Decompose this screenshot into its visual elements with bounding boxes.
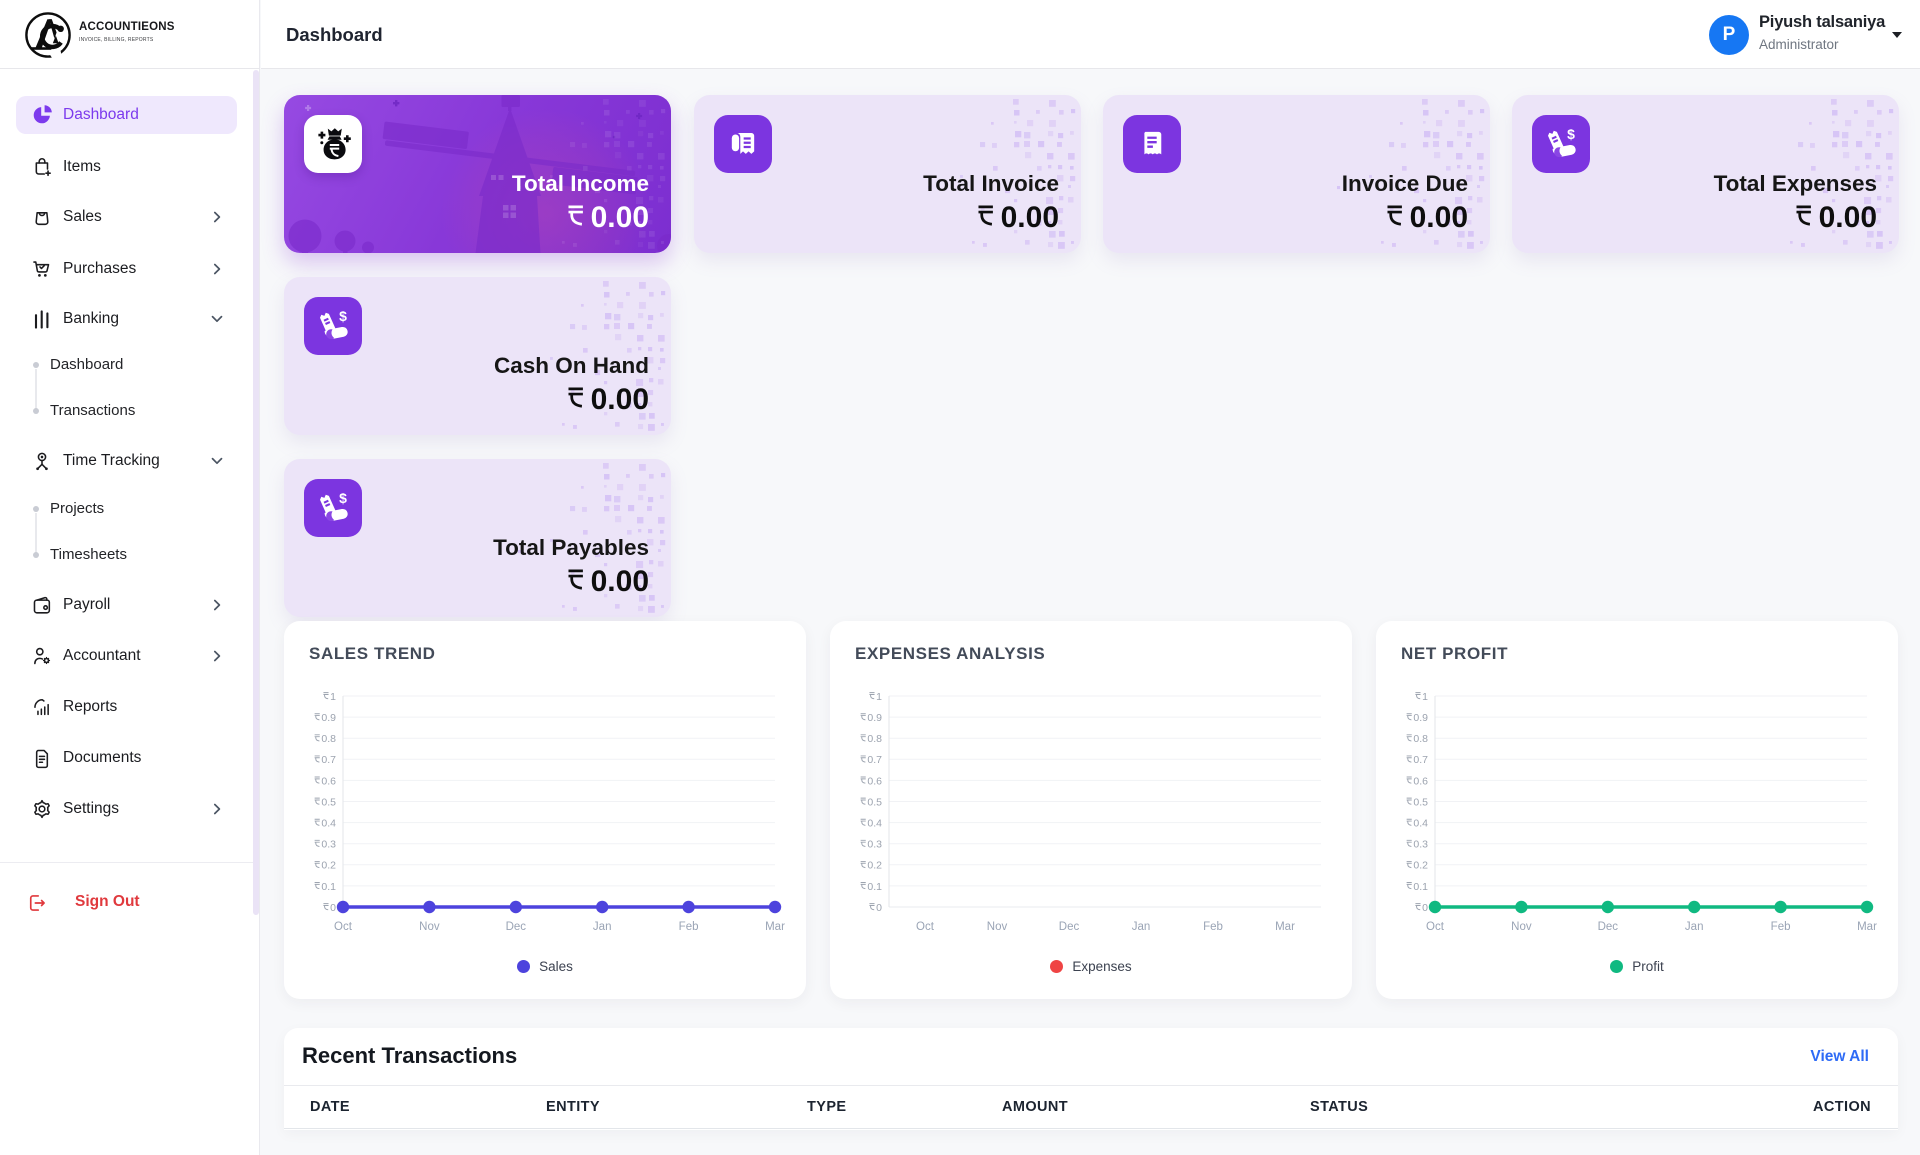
svg-text:0.5: 0.5 [1413,796,1428,808]
svg-text:Nov: Nov [1511,921,1532,933]
svg-text:0.5: 0.5 [867,796,882,808]
svg-text:0.8: 0.8 [867,733,882,745]
svg-text:0.1: 0.1 [1413,881,1428,893]
svg-text:0.9: 0.9 [867,712,882,724]
svg-text:0.4: 0.4 [867,818,882,830]
svg-text:Oct: Oct [334,921,353,933]
svg-text:1: 1 [1422,691,1428,703]
svg-text:Jan: Jan [1685,921,1704,933]
svg-text:Feb: Feb [1203,921,1223,933]
svg-text:$: $ [339,490,347,506]
svg-text:0.1: 0.1 [867,881,882,893]
svg-text:0.2: 0.2 [321,860,336,872]
svg-text:Nov: Nov [419,921,440,933]
svg-text:0.8: 0.8 [1413,733,1428,745]
svg-text:Feb: Feb [1771,921,1791,933]
svg-text:Dec: Dec [506,921,527,933]
svg-text:0.6: 0.6 [321,775,336,787]
svg-text:Feb: Feb [679,921,699,933]
svg-text:0.5: 0.5 [321,796,336,808]
svg-text:0.3: 0.3 [1413,839,1428,851]
svg-text:0.9: 0.9 [1413,712,1428,724]
svg-text:Dec: Dec [1059,921,1080,933]
svg-text:0: 0 [330,902,336,914]
svg-text:0.2: 0.2 [867,860,882,872]
svg-text:0.1: 0.1 [321,881,336,893]
svg-text:0.7: 0.7 [1413,754,1428,766]
svg-text:0.4: 0.4 [1413,818,1428,830]
svg-text:0.6: 0.6 [1413,775,1428,787]
svg-text:$: $ [1567,126,1575,142]
svg-text:Dec: Dec [1598,921,1619,933]
svg-text:0.7: 0.7 [321,754,336,766]
svg-text:0.2: 0.2 [1413,860,1428,872]
svg-text:Oct: Oct [916,921,935,933]
svg-text:Nov: Nov [987,921,1008,933]
svg-text:Oct: Oct [1426,921,1445,933]
svg-text:1: 1 [876,691,882,703]
svg-text:0.6: 0.6 [867,775,882,787]
svg-text:0.8: 0.8 [321,733,336,745]
svg-text:1: 1 [330,691,336,703]
svg-text:0.3: 0.3 [867,839,882,851]
svg-text:0.3: 0.3 [321,839,336,851]
svg-text:$: $ [339,308,347,324]
svg-text:0.4: 0.4 [321,818,336,830]
svg-text:0: 0 [1422,902,1428,914]
svg-text:0: 0 [876,902,882,914]
svg-text:Mar: Mar [1857,921,1877,933]
svg-text:0.9: 0.9 [321,712,336,724]
svg-text:Jan: Jan [1132,921,1151,933]
svg-text:Mar: Mar [765,921,785,933]
svg-text:Mar: Mar [1275,921,1295,933]
svg-text:Jan: Jan [593,921,612,933]
svg-text:0.7: 0.7 [867,754,882,766]
